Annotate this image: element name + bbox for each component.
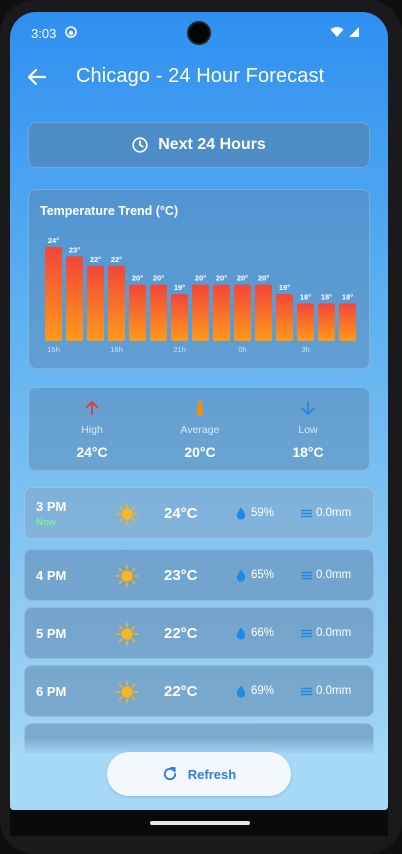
chart-value-label: 23° xyxy=(69,245,80,254)
hour-precipitation: 0.0mm xyxy=(316,507,352,519)
hour-temperature: 23°C xyxy=(164,567,198,584)
stat-low-label: Low xyxy=(298,424,318,436)
page-title: Chicago - 24 Hour Forecast xyxy=(76,65,325,87)
chart-bar xyxy=(108,265,125,341)
hour-humidity: 66% xyxy=(251,627,275,639)
time-range-label: Next 24 Hours xyxy=(158,136,266,153)
refresh-button[interactable]: Refresh xyxy=(107,752,291,796)
chart-value-label: 18° xyxy=(321,292,332,301)
chart-bar xyxy=(45,247,62,341)
chart-value-label: 24° xyxy=(48,236,59,245)
thermometer-icon xyxy=(196,401,204,416)
hour-row[interactable]: 3 PM Now 24°C 59% 0.0mm xyxy=(24,487,374,539)
hour-row[interactable]: 6 PM 22°C 69% 0.0mm xyxy=(24,665,374,717)
chart-x-tick-label: 3h xyxy=(301,345,309,354)
front-camera xyxy=(187,21,211,45)
temperature-bar-chart: 24° 23° 22° 22° 20° 20° 19° 20° 20° 20° 20° 19° 18° 1… xyxy=(45,236,356,354)
chart-x-tick-label: 0h xyxy=(238,345,246,354)
sun-icon xyxy=(115,502,139,526)
hour-time: 6 PM xyxy=(36,684,67,699)
chart-bar xyxy=(150,284,167,341)
sun-icon xyxy=(115,680,139,704)
chart-bar xyxy=(318,303,335,341)
temperature-stats-card: High 24°C Average 20°C Low 18°C xyxy=(28,387,370,471)
status-time: 3:03 xyxy=(31,26,57,41)
chart-bar xyxy=(339,303,356,341)
sun-icon xyxy=(115,564,139,588)
now-badge: Now xyxy=(36,517,57,528)
chart-value-label: 20° xyxy=(195,274,206,283)
stat-average-label: Average xyxy=(180,424,220,436)
hour-temperature: 22°C xyxy=(164,683,198,700)
hour-precipitation: 0.0mm xyxy=(316,627,352,639)
hour-humidity: 59% xyxy=(251,507,275,519)
chart-value-label: 18° xyxy=(342,292,353,301)
precipitation-icon xyxy=(301,571,312,580)
status-icons xyxy=(330,26,360,38)
back-arrow-icon[interactable] xyxy=(26,66,48,88)
app-notification-icon xyxy=(65,26,77,38)
hour-humidity: 69% xyxy=(251,685,275,697)
chart-value-label: 22° xyxy=(90,255,101,264)
hour-precipitation: 0.0mm xyxy=(316,569,352,581)
chart-value-label: 22° xyxy=(111,255,122,264)
chart-bar xyxy=(234,284,251,341)
precipitation-icon xyxy=(301,687,312,696)
precipitation-icon xyxy=(301,509,312,518)
hour-temperature: 24°C xyxy=(164,505,198,522)
chart-value-label: 20° xyxy=(237,274,248,283)
water-drop-icon xyxy=(236,569,246,582)
header: Chicago - 24 Hour Forecast xyxy=(10,60,388,96)
refresh-label: Refresh xyxy=(187,766,237,782)
arrow-up-icon xyxy=(85,401,99,415)
chart-value-label: 20° xyxy=(216,274,227,283)
hour-row[interactable]: 4 PM 23°C 65% 0.0mm xyxy=(24,549,374,601)
chart-value-label: 20° xyxy=(132,274,143,283)
wifi-icon xyxy=(330,27,344,37)
chart-bar xyxy=(213,284,230,341)
stat-low-value: 18°C xyxy=(292,444,324,460)
chart-x-tick-label: 18h xyxy=(110,345,123,354)
hour-time: 4 PM xyxy=(36,568,67,583)
water-drop-icon xyxy=(236,507,246,520)
chart-bar xyxy=(87,265,104,341)
app-screen: 3:03 Chicago - 24 Hour Forecast Next 24 … xyxy=(10,12,388,810)
hour-precipitation: 0.0mm xyxy=(316,685,352,697)
chart-bar xyxy=(192,284,209,341)
refresh-icon xyxy=(163,767,176,781)
chart-bar xyxy=(171,294,188,341)
arrow-down-icon xyxy=(301,401,315,415)
hour-time: 3 PM xyxy=(36,499,67,514)
hour-row[interactable]: 5 PM 22°C 66% 0.0mm xyxy=(24,607,374,659)
home-indicator[interactable] xyxy=(150,821,250,825)
hour-time: 5 PM xyxy=(36,626,67,641)
cell-signal-icon xyxy=(349,27,359,37)
chart-bar xyxy=(276,294,293,341)
chart-value-label: 19° xyxy=(279,283,290,292)
precipitation-icon xyxy=(301,629,312,638)
hour-temperature: 22°C xyxy=(164,625,198,642)
stat-average-value: 20°C xyxy=(184,444,216,460)
chart-value-label: 20° xyxy=(258,274,269,283)
chart-value-label: 19° xyxy=(174,283,185,292)
clock-icon xyxy=(132,137,148,153)
chart-x-tick-label: 15h xyxy=(47,345,60,354)
stat-high-label: High xyxy=(81,424,103,436)
water-drop-icon xyxy=(236,685,246,698)
chart-bar xyxy=(255,284,272,341)
chart-bar xyxy=(297,303,314,341)
water-drop-icon xyxy=(236,627,246,640)
chart-bar xyxy=(129,284,146,341)
chart-value-label: 20° xyxy=(153,274,164,283)
sun-icon xyxy=(115,622,139,646)
chart-bar xyxy=(66,256,83,341)
chart-value-label: 18° xyxy=(300,292,311,301)
time-range-button[interactable]: Next 24 Hours xyxy=(28,122,370,168)
chart-x-tick-label: 21h xyxy=(173,345,186,354)
temperature-chart-card: Temperature Trend (°C) 24° 23° 22° 22° 20° 20… xyxy=(28,189,370,369)
hour-humidity: 65% xyxy=(251,569,275,581)
stat-high-value: 24°C xyxy=(76,444,108,460)
